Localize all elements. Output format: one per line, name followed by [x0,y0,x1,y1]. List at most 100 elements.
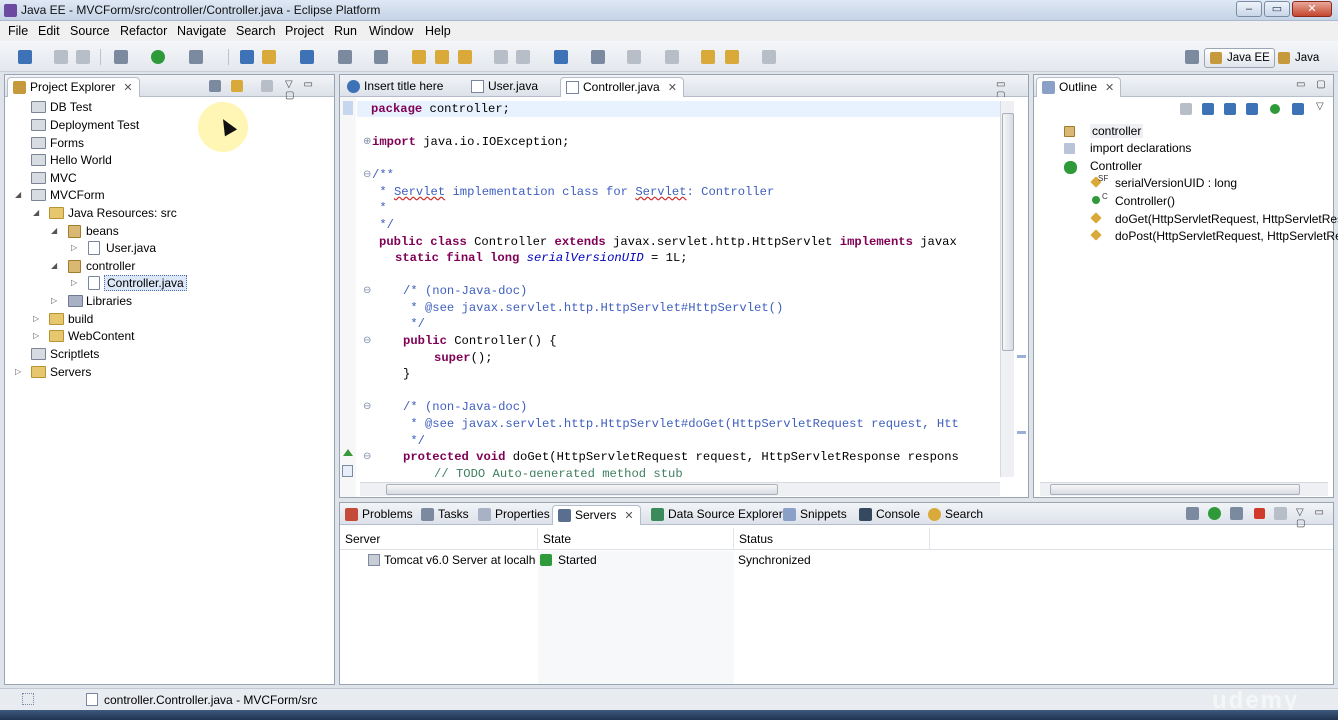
outline-item-constructor[interactable]: C Controller() [1092,192,1175,209]
hide-local-types-icon[interactable] [1292,103,1304,115]
scroll-thumb[interactable] [386,484,778,495]
start-server-icon[interactable] [1208,507,1221,520]
expanded-arrow-icon[interactable]: ◢ [51,223,61,239]
new-server-icon[interactable] [240,50,254,64]
back-icon[interactable] [725,50,739,64]
tab-controller-java[interactable]: Controller.java ✕ [560,77,684,97]
outline-view-menu[interactable]: ▽ [1316,101,1328,112]
link-with-editor-icon[interactable] [231,80,243,92]
print-icon[interactable] [76,50,90,64]
scroll-thumb[interactable] [1050,484,1300,495]
tab-servers[interactable]: Servers ✕ [552,505,641,525]
fold-collapse-icon[interactable]: ⊖ [363,169,371,180]
minimize-button[interactable]: – [1236,1,1262,17]
tab-properties[interactable]: Properties [473,505,556,525]
publish-server-icon[interactable] [1274,507,1287,520]
menu-edit[interactable]: Edit [38,24,60,38]
open-resource-icon[interactable] [435,50,449,64]
fold-collapse-icon[interactable]: ⊖ [363,451,371,462]
new-web-project-icon[interactable] [262,50,276,64]
fold-collapse-icon[interactable]: ⊖ [363,335,371,346]
collapsed-arrow-icon[interactable]: ▷ [71,275,81,291]
menu-run[interactable]: Run [334,24,357,38]
profile-server-icon[interactable] [1230,507,1243,520]
tree-item-controller-java[interactable]: ▷ Controller.java [71,275,187,292]
code-editor[interactable]: ⊕ ⊖ ⊖ ⊖ ⊖ ⊖ package controller; import j… [340,97,1028,497]
forward-icon[interactable] [762,50,776,64]
tab-console[interactable]: Console [854,505,926,525]
expanded-arrow-icon[interactable]: ◢ [15,187,25,203]
column-status[interactable]: Status [734,528,930,550]
tree-item-mvcform[interactable]: ◢ MVCForm [15,187,105,204]
close-button[interactable]: ✕ [1292,1,1332,17]
collapsed-arrow-icon[interactable]: ▷ [33,328,43,344]
collapse-all-icon[interactable] [209,80,221,92]
stop-server-icon[interactable] [1254,508,1265,519]
close-icon[interactable]: ✕ [123,82,132,94]
tree-item-beans[interactable]: ◢ beans [51,223,119,240]
tree-item-mvc[interactable]: MVC [31,170,77,187]
tab-snippets[interactable]: Snippets [778,505,853,525]
tab-data-source-explorer[interactable]: Data Source Explorer [646,505,789,525]
menu-search[interactable]: Search [236,24,276,38]
collapsed-arrow-icon[interactable]: ▷ [71,240,81,256]
tree-item-webcontent[interactable]: ▷ WebContent [33,328,135,345]
external-tools-icon[interactable] [189,50,203,64]
filter-icon[interactable] [261,80,273,92]
tab-insert-title-here[interactable]: Insert title here [342,77,449,97]
tree-item-java-resources[interactable]: ◢ Java Resources: src [33,205,177,222]
tree-item-user-java[interactable]: ▷ User.java [71,240,156,257]
overview-marker[interactable] [1017,431,1026,434]
menu-navigate[interactable]: Navigate [177,24,226,38]
outline-item-dopost[interactable]: doPost(HttpServletRequest, HttpServletRe [1090,228,1338,244]
overview-marker[interactable] [1017,355,1026,358]
menu-source[interactable]: Source [70,24,110,38]
tree-item-controller[interactable]: ◢ controller [51,258,135,275]
view-menu-minmax[interactable]: ▽ ▭ ▢ [285,79,334,101]
pin-icon[interactable] [494,50,508,64]
outline-item-package[interactable]: controller [1064,123,1144,139]
fold-collapse-icon[interactable]: ⊖ [363,401,371,412]
tab-problems[interactable]: Problems [340,505,419,525]
expanded-arrow-icon[interactable]: ◢ [33,205,43,221]
tree-item-forms[interactable]: Forms [31,135,84,152]
save-icon[interactable] [54,50,68,64]
fold-collapse-icon[interactable]: ⊖ [363,285,371,296]
collapsed-arrow-icon[interactable]: ▷ [33,311,43,327]
fold-expand-icon[interactable]: ⊕ [363,136,371,147]
maximize-button[interactable]: ▭ [1264,1,1290,17]
column-state[interactable]: State [538,528,734,550]
debug-icon[interactable] [114,50,128,64]
hide-static-icon[interactable] [1246,103,1258,115]
next-annotation-icon[interactable] [627,50,641,64]
bottom-panel-minmax[interactable]: ▽ ▭ ▢ [1296,507,1333,529]
menu-file[interactable]: File [8,24,28,38]
tree-item-db-test[interactable]: DB Test [31,99,92,116]
tree-item-deployment-test[interactable]: Deployment Test [31,117,139,134]
outline-item-field[interactable]: SF serialVersionUID : long [1090,174,1237,191]
open-perspective-icon[interactable] [1185,50,1199,64]
tab-outline[interactable]: Outline ✕ [1036,77,1122,97]
new-servlet-icon[interactable] [338,50,352,64]
open-type-icon[interactable] [412,50,426,64]
last-edit-icon[interactable] [701,50,715,64]
tab-tasks[interactable]: Tasks [416,505,475,525]
debug-server-icon[interactable] [1186,507,1199,520]
tree-item-scriptlets[interactable]: Scriptlets [31,346,99,363]
tree-item-hello-world[interactable]: Hello World [31,152,112,169]
outline-item-doget[interactable]: doGet(HttpServletRequest, HttpServletRes [1090,211,1338,227]
outline-horizontal-scrollbar[interactable] [1040,482,1328,496]
new-icon[interactable] [18,50,32,64]
editor-vertical-scrollbar[interactable] [1000,101,1014,477]
scroll-thumb[interactable] [1002,113,1014,351]
new-package-icon[interactable] [374,50,388,64]
collapsed-arrow-icon[interactable]: ▷ [51,293,61,309]
search-tool-icon[interactable] [458,50,472,64]
sync-icon[interactable] [1180,103,1192,115]
hide-non-public-icon[interactable] [1270,104,1280,114]
prev-annotation-icon[interactable] [665,50,679,64]
tree-item-libraries[interactable]: ▷ Libraries [51,293,132,310]
editor-horizontal-scrollbar[interactable] [360,482,1000,496]
publish-icon[interactable] [300,50,314,64]
tab-user-java[interactable]: User.java [466,77,544,97]
